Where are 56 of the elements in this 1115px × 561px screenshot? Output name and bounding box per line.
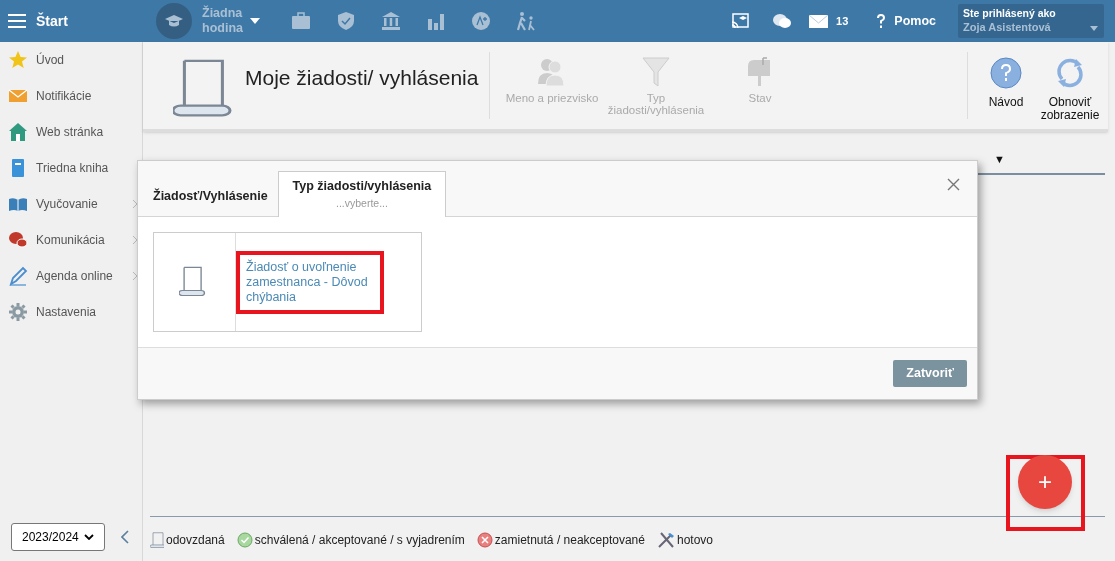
shield-icon[interactable] bbox=[336, 11, 356, 31]
star-icon bbox=[8, 50, 28, 70]
caret-icon bbox=[1090, 26, 1098, 31]
legend-label: hotovo bbox=[676, 532, 713, 549]
document-scroll-icon bbox=[150, 532, 164, 548]
add-button[interactable]: + bbox=[1018, 455, 1072, 509]
unread-count: 13 bbox=[836, 13, 849, 29]
sidebar-item[interactable]: Úvod bbox=[0, 42, 142, 78]
document-scroll-icon bbox=[173, 58, 233, 118]
help-link[interactable]: Pomoc bbox=[876, 11, 936, 31]
tools-icon bbox=[656, 531, 675, 549]
graduation-cap-icon[interactable] bbox=[156, 3, 192, 39]
funnel-icon bbox=[641, 56, 671, 88]
settings-icon bbox=[8, 302, 28, 322]
document-scroll-icon bbox=[179, 266, 207, 298]
sidebar-item[interactable]: Komunikácia bbox=[0, 222, 142, 258]
legend-label: zamietnutá / neakceptované bbox=[494, 532, 645, 549]
sidebar-item[interactable]: Triedna kniha bbox=[0, 150, 142, 186]
close-icon[interactable] bbox=[947, 178, 960, 191]
sidebar-item[interactable]: Notifikácie bbox=[0, 78, 142, 114]
people-icon bbox=[537, 56, 567, 88]
sidebar-item[interactable]: Web stránka bbox=[0, 114, 142, 150]
toolbar-button[interactable]: Obnoviť zobrazenie bbox=[1040, 52, 1100, 119]
caret-icon bbox=[250, 18, 260, 24]
envelope-icon[interactable] bbox=[809, 14, 829, 28]
grade-icon[interactable] bbox=[471, 11, 491, 31]
dialog-tab[interactable]: Typ žiadosti/vyhlásenia ...vyberte... bbox=[277, 171, 447, 217]
check-circle-icon bbox=[236, 532, 253, 548]
refresh-icon bbox=[1054, 57, 1086, 89]
pencil-icon bbox=[8, 266, 28, 286]
user-menu[interactable]: Ste prihlásený ako Zoja Asistentová bbox=[958, 4, 1104, 38]
app-title[interactable]: Štart bbox=[36, 10, 68, 32]
house-icon bbox=[8, 122, 28, 142]
bar-chart-icon[interactable] bbox=[426, 11, 446, 31]
speech-bubbles-icon bbox=[8, 230, 28, 250]
menu-icon[interactable] bbox=[8, 13, 26, 29]
chevron-down-icon bbox=[84, 534, 94, 540]
year-select[interactable]: 2023/2024 bbox=[11, 523, 105, 551]
legend-label: schválená / akceptované / s vyjadrením bbox=[254, 532, 465, 549]
request-type-card[interactable]: Žiadosť o uvoľnenie zamestnanca - Dôvod chýbania bbox=[153, 232, 422, 332]
help-icon bbox=[876, 13, 887, 29]
toolbar-button[interactable]: Návod bbox=[976, 52, 1036, 119]
legend-label: odovzdaná bbox=[166, 532, 225, 549]
walking-people-icon[interactable] bbox=[516, 11, 536, 31]
briefcase-icon[interactable] bbox=[291, 11, 311, 31]
page-title: Moje žiadosti/ vyhlásenia bbox=[245, 65, 480, 91]
sidebar-item[interactable]: Vyučovanie bbox=[0, 186, 142, 222]
dialog-tab[interactable]: Žiadosť/Vyhlásenie bbox=[143, 170, 278, 216]
bank-icon[interactable] bbox=[381, 11, 401, 31]
sidebar-item[interactable]: Agenda online bbox=[0, 258, 142, 294]
collapse-icon[interactable] bbox=[121, 530, 129, 544]
help-icon bbox=[990, 57, 1022, 89]
cast-icon[interactable] bbox=[731, 13, 750, 29]
sidebar-item[interactable]: Nastavenia bbox=[0, 294, 142, 330]
cross-circle-icon bbox=[476, 532, 493, 548]
chat-bubbles-icon[interactable] bbox=[772, 12, 793, 30]
